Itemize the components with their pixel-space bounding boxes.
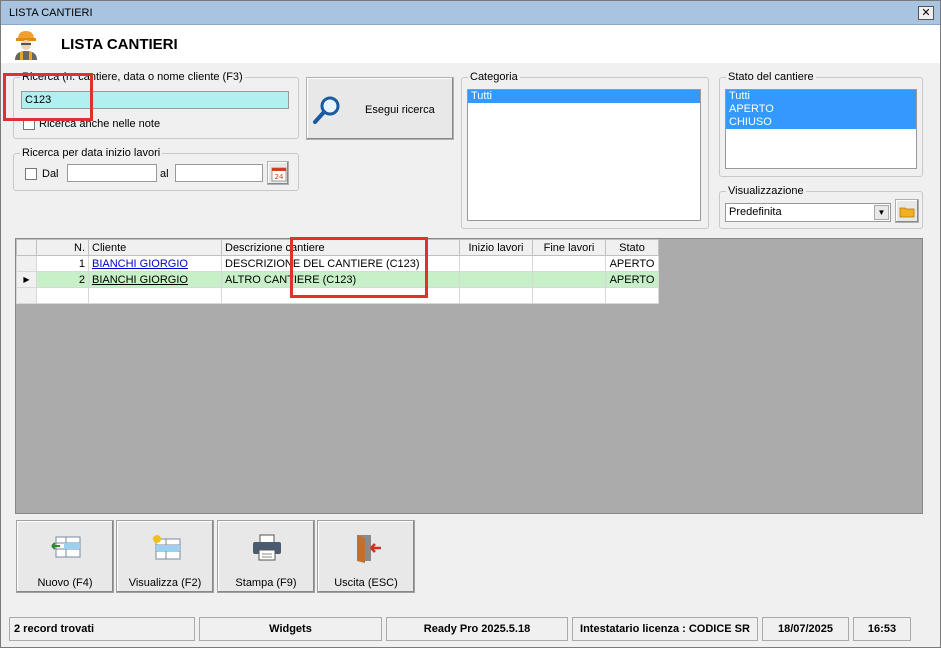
category-item-tutti[interactable]: Tutti xyxy=(468,90,700,103)
cell-cliente[interactable]: BIANCHI GIORGIO xyxy=(88,271,222,288)
cell-stato: APERTO xyxy=(605,271,659,288)
status-version: Ready Pro 2025.5.18 xyxy=(386,617,568,641)
client-link[interactable]: BIANCHI GIORGIO xyxy=(92,258,188,270)
col-stato[interactable]: Stato xyxy=(605,239,659,256)
view-select-value: Predefinita xyxy=(729,206,782,218)
table-row[interactable]: 1 BIANCHI GIORGIO DESCRIZIONE DEL CANTIE… xyxy=(16,255,659,272)
view-button-label: Visualizza (F2) xyxy=(128,577,202,589)
view-select[interactable]: Predefinita ▼ xyxy=(725,203,891,222)
worker-icon xyxy=(15,31,37,60)
cell-fine xyxy=(532,255,606,272)
exit-door-icon xyxy=(357,535,381,563)
empty-cell xyxy=(605,287,659,304)
date-filter-legend: Ricerca per data inizio lavori xyxy=(22,147,161,159)
state-item-chiuso[interactable]: CHIUSO xyxy=(726,116,916,129)
state-item-aperto[interactable]: APERTO xyxy=(726,103,916,116)
row-pointer-icon[interactable]: ▶ xyxy=(16,271,37,288)
magnifier-icon xyxy=(313,96,340,124)
close-icon[interactable]: ✕ xyxy=(918,6,934,20)
view-legend: Visualizzazione xyxy=(728,185,804,197)
date-to-label: al xyxy=(160,168,169,180)
svg-text:24: 24 xyxy=(275,173,284,181)
main-window: LISTA CANTIERI ✕ LISTA CANTIERI Ricerca … xyxy=(0,0,941,648)
client-link[interactable]: BIANCHI GIORGIO xyxy=(92,274,188,286)
cell-n: 1 xyxy=(36,255,89,272)
cell-inizio xyxy=(459,271,533,288)
row-header[interactable] xyxy=(16,287,37,304)
cell-n: 2 xyxy=(36,271,89,288)
calendar-icon: 24 xyxy=(271,167,287,182)
date-to-field[interactable] xyxy=(175,164,263,182)
folder-icon xyxy=(899,207,915,218)
col-fine[interactable]: Fine lavori xyxy=(532,239,606,256)
row-header-corner xyxy=(16,239,37,256)
date-from-label: Dal xyxy=(42,168,59,180)
search-notes-label: Ricerca anche nelle note xyxy=(39,118,161,130)
printer-icon xyxy=(253,534,281,561)
print-button[interactable]: Stampa (F9) xyxy=(217,520,315,593)
page-title: LISTA CANTIERI xyxy=(61,36,178,53)
status-time: 16:53 xyxy=(853,617,911,641)
empty-cell xyxy=(459,287,533,304)
cell-stato: APERTO xyxy=(605,255,659,272)
results-grid: N. Cliente Descrizione cantiere Inizio l… xyxy=(15,238,923,514)
col-inizio[interactable]: Inizio lavori xyxy=(459,239,533,256)
print-button-label: Stampa (F9) xyxy=(235,577,297,589)
table-row-new[interactable] xyxy=(16,287,659,304)
col-n[interactable]: N. xyxy=(36,239,89,256)
state-item-tutti[interactable]: Tutti xyxy=(726,90,916,103)
date-from-checkbox[interactable] xyxy=(25,168,37,180)
cell-fine xyxy=(532,271,606,288)
search-button[interactable]: Esegui ricerca xyxy=(306,77,454,140)
view-button[interactable]: Visualizza (F2) xyxy=(116,520,214,593)
view-record-icon xyxy=(153,535,181,560)
search-legend: Ricerca (n. cantiere, data o nome client… xyxy=(22,71,243,83)
header: LISTA CANTIERI xyxy=(1,25,940,63)
date-from-field[interactable] xyxy=(67,164,157,182)
category-legend: Categoria xyxy=(470,71,518,83)
grid-header-row: N. Cliente Descrizione cantiere Inizio l… xyxy=(16,239,659,256)
status-date: 18/07/2025 xyxy=(762,617,849,641)
category-list[interactable]: Tutti xyxy=(467,89,701,221)
exit-button-label: Uscita (ESC) xyxy=(334,577,398,589)
status-records: 2 record trovati xyxy=(9,617,195,641)
cell-descrizione: DESCRIZIONE DEL CANTIERE (C123) xyxy=(221,255,460,272)
search-button-label: Esegui ricerca xyxy=(365,104,435,116)
state-list[interactable]: Tutti APERTO CHIUSO xyxy=(725,89,917,169)
empty-cell xyxy=(221,287,460,304)
new-button-label: Nuovo (F4) xyxy=(37,577,93,589)
title-bar: LISTA CANTIERI ✕ xyxy=(1,1,940,25)
state-legend: Stato del cantiere xyxy=(728,71,814,83)
empty-cell xyxy=(36,287,89,304)
chevron-down-icon[interactable]: ▼ xyxy=(874,205,889,220)
view-folder-button[interactable] xyxy=(895,199,919,223)
status-widgets[interactable]: Widgets xyxy=(199,617,382,641)
results-table: N. Cliente Descrizione cantiere Inizio l… xyxy=(16,239,659,304)
search-input[interactable]: C123 xyxy=(21,91,289,109)
window-title: LISTA CANTIERI xyxy=(9,7,93,19)
new-record-icon xyxy=(51,536,81,558)
cell-descrizione: ALTRO CANTIERE (C123) xyxy=(221,271,460,288)
col-descrizione[interactable]: Descrizione cantiere xyxy=(221,239,460,256)
status-license: Intestatario licenza : CODICE SR xyxy=(572,617,758,641)
table-row[interactable]: ▶ 2 BIANCHI GIORGIO ALTRO CANTIERE (C123… xyxy=(16,271,659,288)
row-header[interactable] xyxy=(16,255,37,272)
cell-inizio xyxy=(459,255,533,272)
calendar-button[interactable]: 24 xyxy=(267,161,289,185)
cell-cliente[interactable]: BIANCHI GIORGIO xyxy=(88,255,222,272)
col-cliente[interactable]: Cliente xyxy=(88,239,222,256)
empty-cell xyxy=(532,287,606,304)
new-button[interactable]: Nuovo (F4) xyxy=(16,520,114,593)
search-notes-checkbox[interactable] xyxy=(23,118,35,130)
exit-button[interactable]: Uscita (ESC) xyxy=(317,520,415,593)
empty-cell xyxy=(88,287,222,304)
